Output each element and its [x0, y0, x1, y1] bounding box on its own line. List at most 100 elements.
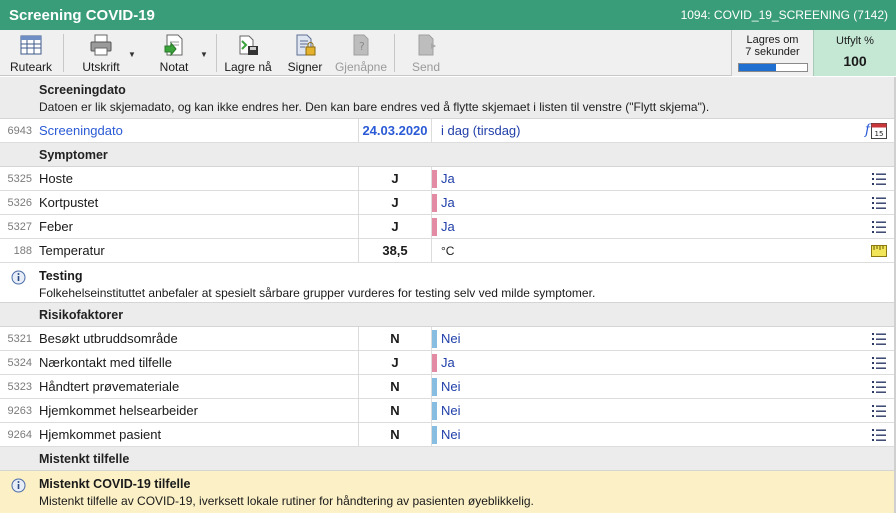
list-icon[interactable] [871, 195, 887, 211]
utskrift-button[interactable]: ▼ Utskrift [72, 32, 142, 74]
ruler-icon[interactable] [871, 243, 887, 259]
document-id: 1094: COVID_19_SCREENING (7142) [680, 8, 888, 22]
completion-label: Utfylt % [836, 35, 874, 47]
value-marker [432, 170, 437, 188]
printer-icon [89, 33, 113, 56]
svg-text:?: ? [359, 40, 365, 53]
value-marker [432, 354, 437, 372]
autosave-progress-fill [739, 64, 777, 71]
field-text: Nei [441, 379, 461, 394]
autosave-text: Lagres om 7 sekunder [745, 34, 800, 58]
value-marker [432, 330, 437, 348]
field-row[interactable]: 5325 Hoste J Ja [0, 167, 894, 191]
field-name: Besøkt utbruddsområde [39, 331, 178, 346]
field-text: Nei [441, 331, 461, 346]
section-header: Symptomer [39, 148, 108, 162]
section-risikofaktorer: Risikofaktorer [0, 303, 894, 327]
ruteark-button[interactable]: Ruteark [8, 32, 54, 74]
field-row[interactable]: 188 Temperatur 38,5 °C [0, 239, 894, 263]
field-value[interactable]: J [358, 167, 432, 191]
window-title: Screening COVID-19 [9, 6, 155, 24]
chevron-down-icon[interactable]: ▼ [128, 50, 136, 59]
svg-text:15: 15 [875, 130, 884, 138]
list-icon[interactable] [871, 171, 887, 187]
function-icon[interactable]: f [865, 122, 870, 138]
value-marker [432, 194, 437, 212]
field-row-screeningdato[interactable]: 6943 Screeningdato 24.03.2020 i dag (tir… [0, 119, 894, 143]
info-title: Testing [39, 269, 83, 283]
value-marker [432, 402, 437, 420]
section-screeningdato: Screeningdato Datoen er lik skjemadato, … [0, 77, 894, 119]
toolbar: Ruteark ▼ Utskrift ▼ Notat Lagre nå Sign… [0, 30, 896, 76]
field-value[interactable]: J [358, 351, 432, 375]
alert-mistenkt: Mistenkt COVID-19 tilfelle Mistenkt tilf… [0, 471, 894, 513]
field-text: Ja [441, 195, 455, 210]
field-text: Ja [441, 171, 455, 186]
gjenapne-button[interactable]: ? Gjenåpne [333, 32, 389, 74]
list-icon[interactable] [871, 219, 887, 235]
info-testing: Testing Folkehelseinstituttet anbefaler … [0, 263, 894, 303]
info-icon [11, 270, 26, 285]
field-row[interactable]: 5323 Håndtert prøvemateriale N Nei [0, 375, 894, 399]
info-icon [11, 478, 26, 493]
field-text: °C [441, 244, 455, 258]
field-text: Nei [441, 427, 461, 442]
sign-lock-icon [293, 33, 317, 56]
signer-button[interactable]: Signer [283, 32, 327, 74]
field-value[interactable]: N [358, 375, 432, 399]
list-icon[interactable] [871, 403, 887, 419]
field-row[interactable]: 5321 Besøkt utbruddsområde N Nei [0, 327, 894, 351]
field-name: Nærkontakt med tilfelle [39, 355, 172, 370]
field-number: 9264 [7, 429, 32, 441]
list-icon[interactable] [871, 331, 887, 347]
section-header: Mistenkt tilfelle [39, 452, 130, 466]
field-text: Ja [441, 355, 455, 370]
field-row[interactable]: 5326 Kortpustet J Ja [0, 191, 894, 215]
field-value[interactable]: 38,5 [358, 239, 432, 263]
field-row[interactable]: 9263 Hjemkommet helsearbeider N Nei [0, 399, 894, 423]
field-value[interactable]: J [358, 215, 432, 239]
value-marker [432, 426, 437, 444]
field-number: 5326 [7, 197, 32, 209]
calendar-icon[interactable]: 15 [871, 123, 887, 139]
list-icon[interactable] [871, 355, 887, 371]
section-mistenkt: Mistenkt tilfelle [0, 447, 894, 471]
value-marker [432, 218, 437, 236]
field-value[interactable]: J [358, 191, 432, 215]
save-icon [236, 33, 260, 56]
title-bar: Screening COVID-19 1094: COVID_19_SCREEN… [0, 0, 896, 30]
field-name: Hoste [39, 171, 73, 186]
toolbar-separator [394, 34, 395, 72]
field-row[interactable]: 9264 Hjemkommet pasient N Nei [0, 423, 894, 447]
section-symptomer: Symptomer [0, 143, 894, 167]
form-area: Screeningdato Datoen er lik skjemadato, … [0, 77, 896, 513]
field-name: Kortpustet [39, 195, 99, 210]
list-icon[interactable] [871, 379, 887, 395]
field-name: Screeningdato [39, 123, 123, 138]
field-value[interactable]: 24.03.2020 [358, 119, 432, 143]
notat-button[interactable]: ▼ Notat [148, 32, 212, 74]
chevron-down-icon[interactable]: ▼ [200, 50, 208, 59]
field-value[interactable]: N [358, 327, 432, 351]
autosave-status: Lagres om 7 sekunder [731, 30, 813, 76]
field-number: 5323 [7, 381, 32, 393]
send-button[interactable]: Send [405, 32, 447, 74]
completion-box: Utfylt % 100 [813, 30, 896, 76]
field-name: Håndtert prøvemateriale [39, 379, 180, 394]
field-number: 9263 [7, 405, 32, 417]
lagre-button[interactable]: Lagre nå [222, 32, 274, 74]
field-number: 5325 [7, 173, 32, 185]
field-row[interactable]: 5327 Feber J Ja [0, 215, 894, 239]
toolbar-separator [216, 34, 217, 72]
field-number: 5321 [7, 333, 32, 345]
list-icon[interactable] [871, 427, 887, 443]
section-header: Screeningdato [39, 83, 126, 97]
info-description: Folkehelseinstituttet anbefaler at spesi… [39, 286, 596, 300]
grid-sheet-icon [19, 33, 43, 56]
field-row[interactable]: 5324 Nærkontakt med tilfelle J Ja [0, 351, 894, 375]
field-number: 6943 [7, 125, 32, 137]
alert-description: Mistenkt tilfelle av COVID-19, iverksett… [39, 494, 534, 508]
section-description: Datoen er lik skjemadato, og kan ikke en… [39, 100, 710, 114]
field-value[interactable]: N [358, 399, 432, 423]
field-value[interactable]: N [358, 423, 432, 447]
